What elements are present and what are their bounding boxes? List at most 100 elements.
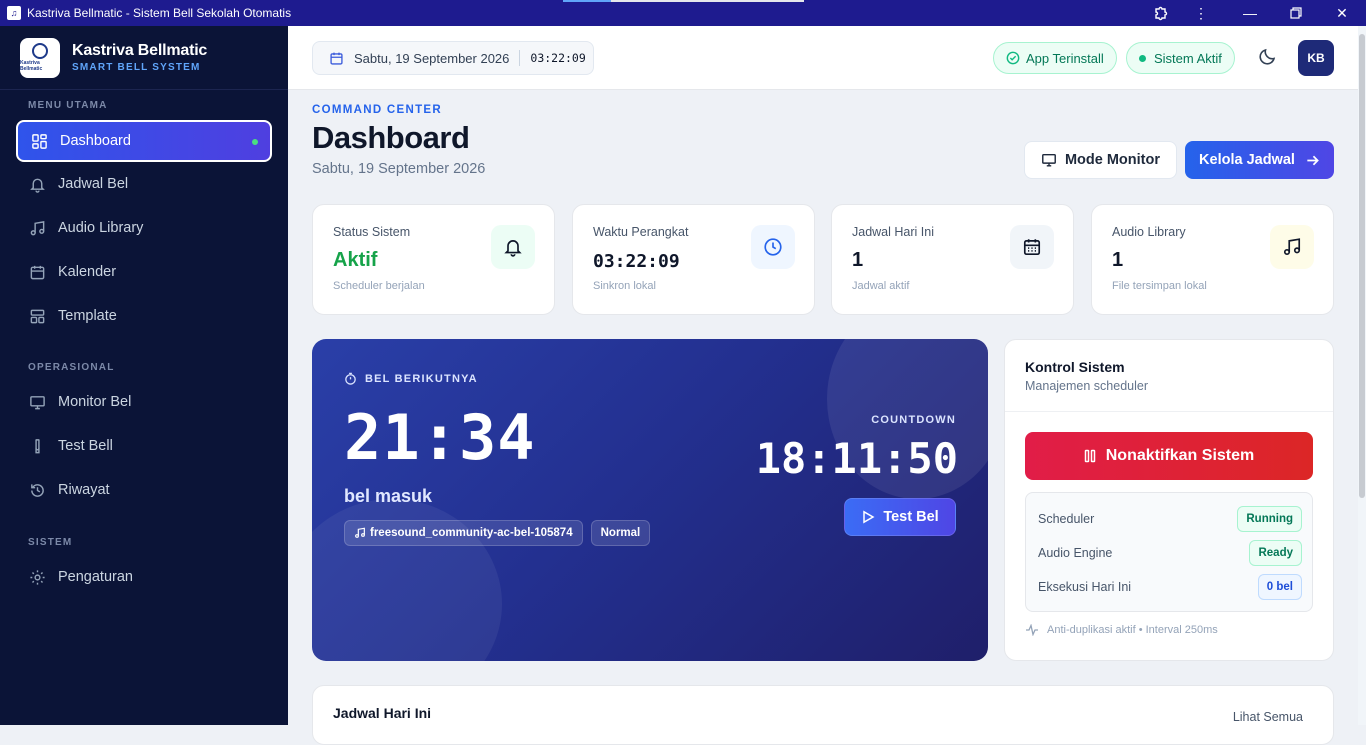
sidebar-item-pengaturan[interactable]: Pengaturan	[16, 557, 272, 597]
see-all-link[interactable]: Lihat Semua	[1233, 710, 1303, 724]
mode-monitor-button[interactable]: Mode Monitor	[1024, 141, 1177, 179]
calendar-icon	[28, 263, 46, 281]
activity-icon	[1025, 624, 1039, 636]
topbar: Sabtu, 19 September 2026 03:22:09 App Te…	[288, 26, 1358, 90]
sidebar-item-label: Riwayat	[58, 482, 110, 498]
status-panel: Scheduler Running Audio Engine Ready Eks…	[1025, 492, 1313, 612]
loading-progress	[563, 0, 804, 2]
next-bell-name: bel masuk	[344, 486, 433, 506]
window-title: Kastriva Bellmatic - Sistem Bell Sekolah…	[27, 6, 292, 20]
brand-tagline: SMART BELL SYSTEM	[72, 62, 201, 73]
disable-system-button[interactable]: Nonaktifkan Sistem	[1025, 432, 1313, 480]
section-operasional: OPERASIONAL	[28, 362, 115, 373]
sidebar-item-label: Template	[58, 308, 117, 324]
brand-logo: Kastriva Bellmatic	[20, 37, 60, 78]
test-bel-button[interactable]: Test Bel	[844, 498, 956, 536]
system-active-badge: Sistem Aktif	[1126, 42, 1235, 74]
sidebar-item-label: Jadwal Bel	[58, 176, 129, 192]
sidebar-item-kalender[interactable]: Kalender	[16, 252, 272, 292]
status-badge: Running	[1237, 506, 1302, 532]
sidebar-item-label: Dashboard	[60, 133, 131, 149]
monitor-icon	[1041, 152, 1057, 168]
status-row-eksekusi: Eksekusi Hari Ini 0 bel	[1038, 574, 1302, 600]
control-title: Kontrol Sistem	[1025, 359, 1125, 375]
check-circle-icon	[1006, 51, 1020, 65]
gear-icon	[28, 568, 46, 586]
play-icon	[861, 510, 875, 524]
schedule-count-value: 1	[852, 249, 864, 271]
sidebar-item-test-bell[interactable]: Test Bell	[16, 426, 272, 466]
stat-card-jadwal-hari-ini: Jadwal Hari Ini 1 Jadwal aktif	[831, 204, 1074, 315]
status-badge: Ready	[1249, 540, 1302, 566]
brand-name: Kastriva Bellmatic	[72, 42, 208, 59]
status-row-scheduler: Scheduler Running	[1038, 506, 1302, 532]
section-menu-utama: MENU UTAMA	[28, 100, 108, 111]
layout-icon	[28, 307, 46, 325]
sidebar-item-label: Kalender	[58, 264, 117, 280]
theme-toggle-moon-icon[interactable]	[1258, 46, 1278, 66]
app-icon: ♫	[7, 6, 21, 20]
next-bell-card: BEL BERIKUTNYA 21:34 bel masuk freesound…	[312, 339, 988, 661]
page-title: Dashboard	[312, 120, 470, 155]
user-avatar[interactable]: KB	[1298, 40, 1334, 76]
main-content: COMMAND CENTER Dashboard Sabtu, 19 Septe…	[288, 90, 1358, 745]
audio-file-tag: freesound_community-ac-bel-105874	[344, 520, 583, 546]
mode-tag: Normal	[590, 520, 651, 546]
sidebar-item-template[interactable]: Template	[16, 296, 272, 336]
close-button[interactable]: ✕	[1322, 0, 1362, 26]
topbar-date: Sabtu, 19 September 2026	[354, 50, 510, 66]
clock-icon	[751, 225, 795, 269]
sidebar-item-label: Test Bell	[58, 438, 113, 454]
schedule-title: Jadwal Hari Ini	[333, 705, 432, 721]
calendar-icon	[1010, 225, 1054, 269]
sidebar-item-monitor-bel[interactable]: Monitor Bel	[16, 382, 272, 422]
page-eyebrow: COMMAND CENTER	[312, 104, 442, 116]
bell-icon	[28, 175, 46, 193]
brand: Kastriva Bellmatic Kastriva Bellmatic SM…	[0, 26, 288, 90]
stat-card-waktu-perangkat: Waktu Perangkat 03:22:09 Sinkron lokal	[572, 204, 815, 315]
restore-button[interactable]	[1276, 0, 1316, 26]
date-time-display: Sabtu, 19 September 2026 03:22:09	[312, 41, 594, 75]
device-time-value: 03:22:09	[593, 251, 680, 272]
bell-icon	[491, 225, 535, 269]
section-sistem: SISTEM	[28, 537, 73, 548]
stopwatch-icon	[344, 372, 357, 385]
history-icon	[28, 481, 46, 499]
sidebar-item-label: Monitor Bel	[58, 394, 132, 410]
pause-icon	[1084, 449, 1096, 463]
countdown-label: COUNTDOWN	[871, 414, 956, 426]
sidebar-item-dashboard[interactable]: Dashboard	[16, 120, 272, 162]
test-icon	[28, 437, 46, 455]
sidebar-item-audio-library[interactable]: Audio Library	[16, 208, 272, 248]
status-badge: 0 bel	[1257, 574, 1302, 600]
topbar-time: 03:22:09	[530, 51, 586, 65]
sidebar: Kastriva Bellmatic Kastriva Bellmatic SM…	[0, 26, 288, 725]
extension-icon[interactable]	[1141, 0, 1181, 26]
calendar-icon	[329, 51, 344, 66]
arrow-right-icon	[1305, 153, 1320, 168]
scrollbar-thumb[interactable]	[1359, 34, 1365, 498]
system-control-card: Kontrol Sistem Manajemen scheduler Nonak…	[1004, 339, 1334, 661]
grid-icon	[30, 132, 48, 150]
status-row-audio-engine: Audio Engine Ready	[1038, 540, 1302, 566]
stat-card-status-sistem: Status Sistem Aktif Scheduler berjalan	[312, 204, 555, 315]
next-bell-time: 21:34	[344, 401, 536, 474]
control-subtitle: Manajemen scheduler	[1025, 379, 1148, 393]
sidebar-item-jadwal-bel[interactable]: Jadwal Bel	[16, 164, 272, 204]
window-titlebar: ♫ Kastriva Bellmatic - Sistem Bell Sekol…	[0, 0, 1366, 26]
music-icon	[28, 219, 46, 237]
next-bell-label: BEL BERIKUTNYA	[344, 372, 478, 385]
audio-count-value: 1	[1112, 249, 1124, 271]
status-dot	[1139, 54, 1146, 62]
page-date: Sabtu, 19 September 2026	[312, 161, 486, 177]
sidebar-item-label: Audio Library	[58, 220, 144, 236]
sidebar-item-label: Pengaturan	[58, 569, 133, 585]
countdown-value: 18:11:50	[755, 434, 958, 483]
minimize-button[interactable]: —	[1230, 0, 1270, 26]
active-indicator	[252, 139, 258, 145]
page-scrollbar[interactable]	[1358, 26, 1366, 725]
sidebar-item-riwayat[interactable]: Riwayat	[16, 470, 272, 510]
kelola-jadwal-button[interactable]: Kelola Jadwal	[1185, 141, 1334, 179]
today-schedule-card: Jadwal Hari Ini Lihat Semua	[312, 685, 1334, 745]
menu-kebab-icon[interactable]: ⋮	[1181, 0, 1221, 26]
